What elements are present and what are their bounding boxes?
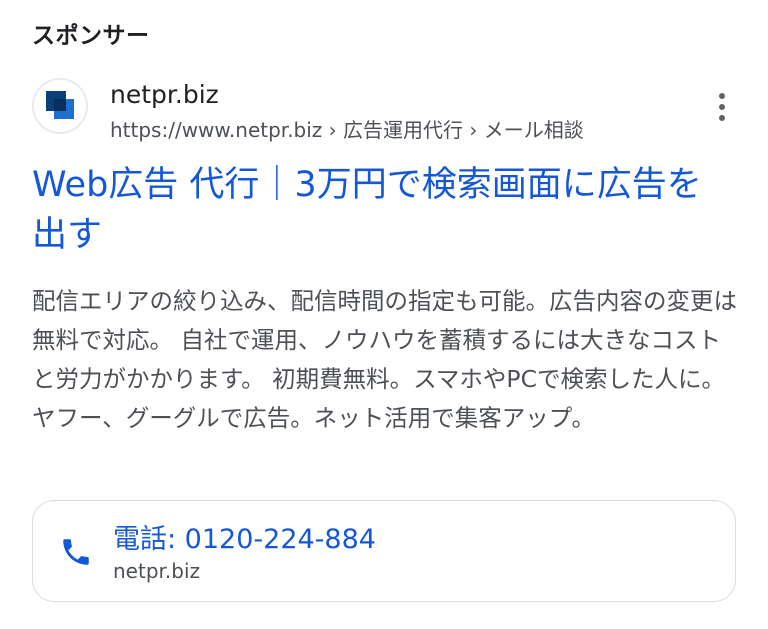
more-vert-icon[interactable] [710,90,734,126]
ad-title-link[interactable]: Web広告 代行｜3万円で検索画面に広告を出す [32,160,732,260]
call-extension-button[interactable]: 電話: 0120-224-884 netpr.biz [32,500,736,602]
sponsor-label: スポンサー [32,23,150,49]
advertiser-name: netpr.biz [110,80,219,109]
advertiser-url: https://www.netpr.biz › 広告運用代行 › メール相談 [110,118,584,142]
netpr-logo-icon [32,78,88,134]
phone-icon [59,535,93,569]
ad-description: 配信エリアの絞り込み、配信時間の指定も可能。広告内容の変更は無料で対応。 自社で… [32,287,737,432]
phone-domain: netpr.biz [113,559,201,583]
phone-number: 電話: 0120-224-884 [113,524,376,555]
advertiser-header[interactable]: netpr.biz https://www.netpr.biz › 広告運用代行… [32,72,732,144]
